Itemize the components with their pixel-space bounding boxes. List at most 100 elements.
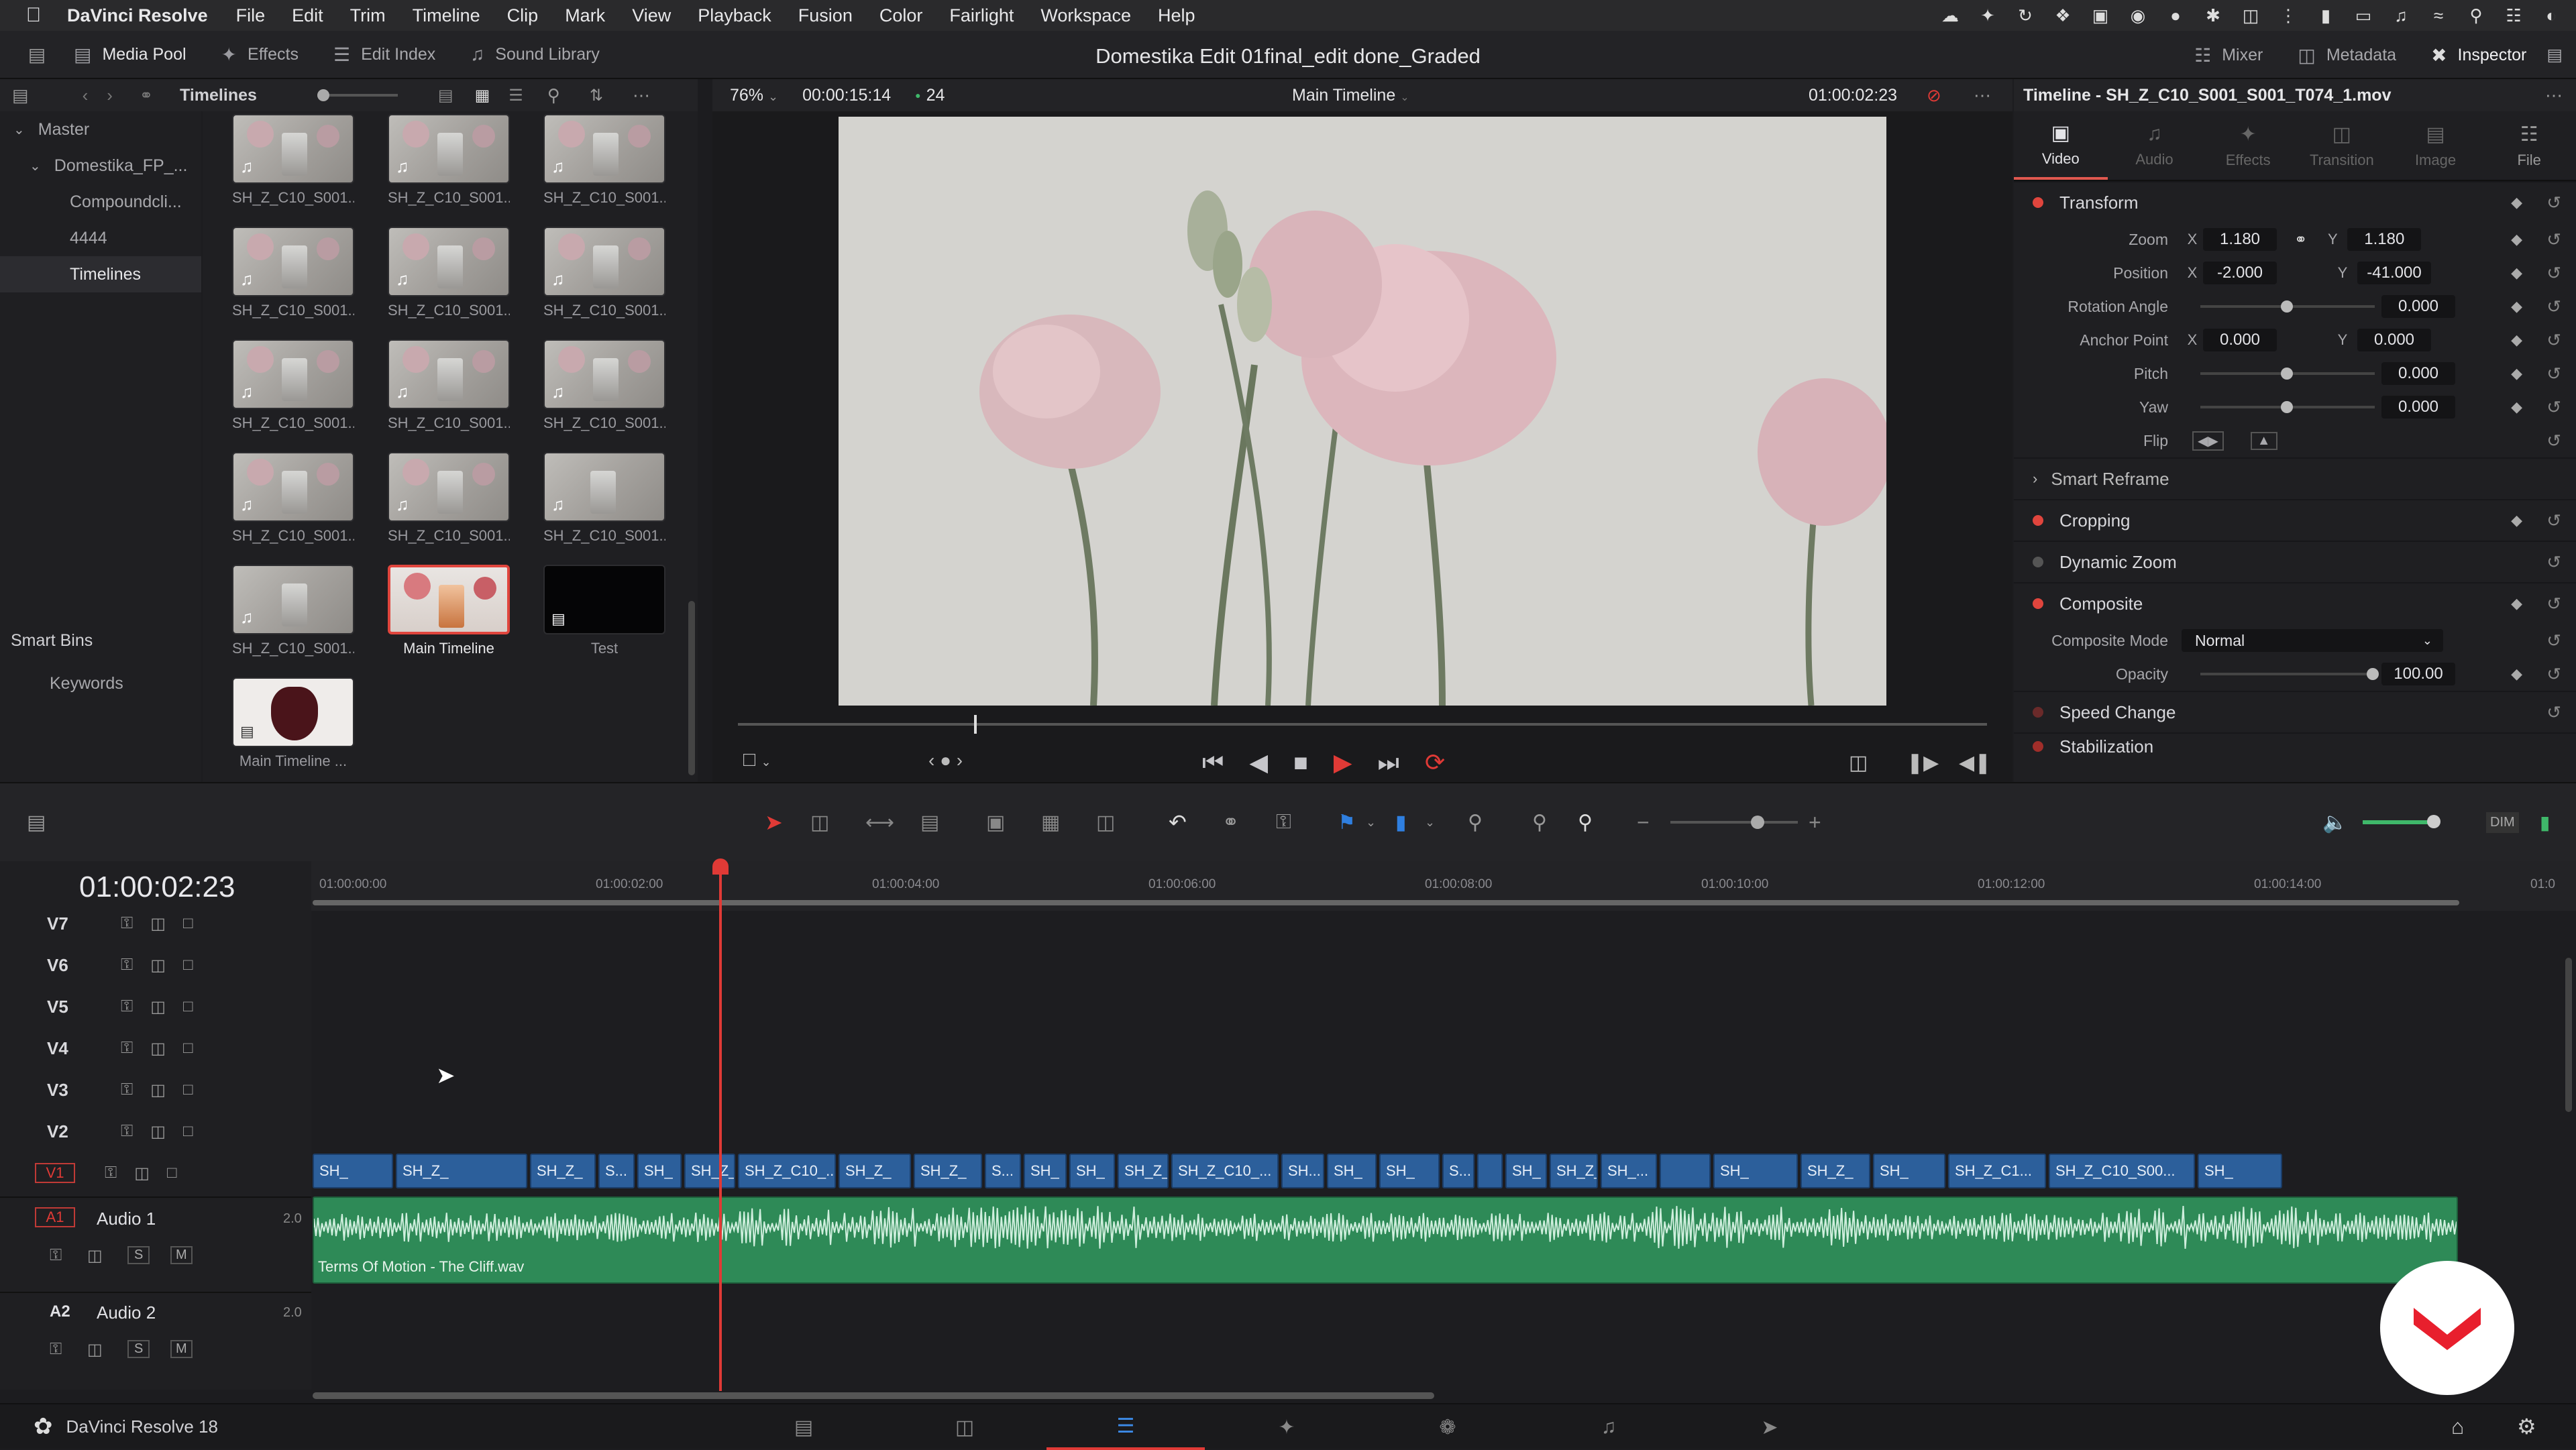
dynamic-zoom-section[interactable]: Dynamic Zoom ↺ [2014,541,2576,582]
metadata-button[interactable]: ◫ Metadata [2298,44,2396,66]
video-clip[interactable]: SH_Z_C10_S00... [2049,1154,2195,1188]
reset-icon[interactable]: ↺ [2546,510,2561,531]
track-visibility-icon[interactable]: □ [183,997,193,1016]
page-fusion[interactable]: ✦ [1208,1404,1366,1450]
media-clip[interactable]: ♫ SH_Z_C10_S001... [543,339,665,432]
video-clip[interactable]: SH_ [313,1154,393,1188]
video-clip[interactable]: SH_ [1873,1154,1945,1188]
video-clip[interactable]: SH_Z_C10_... [738,1154,836,1188]
circle-icon[interactable]: ● [2164,5,2187,26]
media-clip[interactable]: ♫ SH_Z_C10_S001... [388,339,510,432]
mixer-button[interactable]: ☷ Mixer [2194,44,2263,66]
track-visibility-icon[interactable]: □ [183,1039,193,1058]
opacity-slider[interactable] [2200,668,2379,680]
app-name[interactable]: DaVinci Resolve [67,5,208,26]
media-clip[interactable]: ♫ SH_Z_C10_S001... [232,114,354,207]
track-v1[interactable]: V1 ⚿ ◫ □ [0,1152,311,1194]
video-clip[interactable]: SH_ [1327,1154,1377,1188]
video-clip[interactable]: SH_ [637,1154,682,1188]
apple-icon[interactable]:  [0,4,67,27]
video-clip[interactable]: SH_Z_ [1801,1154,1870,1188]
test-timeline-item[interactable]: ▤ Test [543,565,665,657]
tab-audio[interactable]: ♫ Audio [2108,111,2202,180]
layout-toggle-icon[interactable]: ▤ [0,44,74,66]
video-frame[interactable] [839,117,1886,706]
mute-button[interactable]: M [170,1246,193,1264]
menu-edit[interactable]: Edit [292,5,323,26]
butterfly-icon[interactable]: ✦ [1976,5,1999,26]
volume-icon[interactable]: ♫ [2390,5,2412,26]
lock-icon[interactable]: ⚿ [105,1164,117,1182]
pitch-slider[interactable] [2200,368,2375,380]
settings-icon[interactable]: ⚙ [2517,1414,2536,1439]
track-v6[interactable]: V6 ⚿ ◫ □ [0,944,311,986]
auto-select-icon[interactable]: ◫ [150,1080,166,1100]
sidebar-toggle-icon[interactable]: ▤ [12,85,29,106]
zoom-detail-icon[interactable]: ⚲ [1532,811,1547,834]
wifi-icon[interactable]: ≈ [2427,5,2450,26]
bin-master[interactable]: ⌄ Master [0,111,201,148]
search-icon[interactable]: ⚲ [547,85,560,106]
snapping-icon[interactable]: ↶ [1169,810,1187,835]
auto-select-icon[interactable]: ◫ [150,956,166,975]
reset-icon[interactable]: ↺ [2546,630,2561,651]
track-v4[interactable]: V4 ⚿ ◫ □ [0,1027,311,1069]
sound-library-button[interactable]: ♫ Sound Library [470,44,600,65]
smart-reframe-section[interactable]: › Smart Reframe [2014,457,2576,499]
reset-icon[interactable]: ↺ [2546,552,2561,573]
auto-select-icon[interactable]: ◫ [150,914,166,934]
video-clip[interactable]: SH_Z_C1... [1948,1154,2046,1188]
playhead-handle[interactable] [712,858,729,875]
reset-icon[interactable]: ↺ [2546,263,2561,284]
media-clip[interactable]: ♫ SH_Z_C10_S001... [232,227,354,319]
keyframe-icon[interactable]: ◆ [2511,194,2522,211]
panel-toggle-icon[interactable]: ▤ [2546,45,2563,65]
main-timeline-item[interactable]: Main Timeline [388,565,510,657]
position-lock-icon[interactable]: ⚿ [1276,811,1291,834]
track-a1[interactable]: A1 Audio 1 2.0 ⚿ ◫ S M [0,1196,311,1284]
video-clip[interactable]: SH_ [1713,1154,1798,1188]
video-clip[interactable] [1660,1154,1711,1188]
zoom-x-field[interactable]: 1.180 [2203,228,2277,251]
next-edit-icon[interactable]: ❚▶ [1907,751,1939,775]
zoom-dropdown[interactable]: 76% ⌄ [730,86,778,105]
menu-fairlight[interactable]: Fairlight [949,5,1014,26]
speed-change-section[interactable]: Speed Change ↺ [2014,691,2576,732]
video-clip[interactable]: S... [598,1154,635,1188]
zoom-out-icon[interactable]: − [1637,810,1650,835]
composite-section[interactable]: Composite ◆ ↺ [2014,582,2576,624]
flag-icon[interactable]: ⚑ [1338,811,1356,834]
track-v5[interactable]: V5 ⚿ ◫ □ [0,986,311,1027]
video-clip[interactable]: SH_ [2198,1154,2282,1188]
reset-icon[interactable]: ↺ [2546,702,2561,723]
battery-icon[interactable]: ▮ [2314,5,2337,26]
siri-icon[interactable]: ◐ [2540,5,2563,26]
transform-section[interactable]: Transform ◆ ↺ [2014,181,2576,223]
chevron-down-icon[interactable]: ⌄ [1366,816,1376,830]
list-view-icon[interactable]: ▤ [438,86,453,105]
auto-select-icon[interactable]: ◫ [150,997,166,1017]
media-clip[interactable]: ♫ SH_Z_C10_S001... [388,114,510,207]
enable-toggle[interactable] [2033,741,2043,752]
volume-icon[interactable]: 🔈 [2322,811,2347,834]
link-icon[interactable]: ⚭ [2294,231,2307,249]
edit-point-nav[interactable]: ‹ ● › [928,750,963,771]
lock-icon[interactable]: ⚿ [121,997,133,1016]
audio-meter-icon[interactable]: ▮ [2540,812,2550,834]
mute-button[interactable]: M [170,1340,193,1358]
menu-view[interactable]: View [632,5,671,26]
jump-start-icon[interactable]: ⏮ [1202,748,1224,777]
enable-toggle[interactable] [2033,515,2043,526]
track-v7[interactable]: V7 ⚿ ◫ □ [0,903,311,944]
timeline-zoom-slider[interactable] [1670,816,1798,829]
control-center-icon[interactable]: ☷ [2502,5,2525,26]
page-deliver[interactable]: ➤ [1690,1404,1849,1450]
play-icon[interactable]: ▶ [1334,748,1352,777]
track-visibility-icon[interactable]: □ [183,914,193,933]
video-clip[interactable]: SH... [1281,1154,1324,1188]
search-icon[interactable]: ⚲ [2465,5,2487,26]
forward-icon[interactable]: › [107,85,113,106]
menu-trim[interactable]: Trim [350,5,386,26]
zoom-custom-icon[interactable]: ⚲ [1578,811,1593,834]
auto-select-icon[interactable]: ◫ [87,1340,103,1359]
